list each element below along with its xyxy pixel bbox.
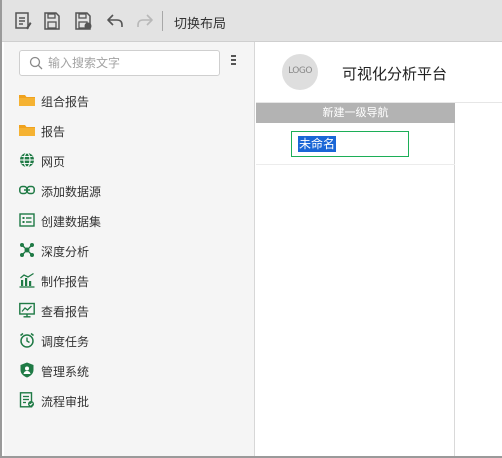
sidebar-item-label: 调度任务 xyxy=(41,335,90,349)
folder-icon xyxy=(19,125,35,136)
line-chart-icon xyxy=(19,302,35,318)
toolbar-divider xyxy=(162,11,163,31)
sidebar-item-label: 查看报告 xyxy=(41,305,90,319)
sidebar-item-label: 添加数据源 xyxy=(41,185,102,199)
new-primary-nav-button[interactable]: 新建一级导航 xyxy=(256,103,455,123)
search-icon xyxy=(29,56,43,70)
save-as-icon[interactable] xyxy=(73,11,93,31)
dataset-icon xyxy=(19,213,35,227)
edit-file-icon[interactable] xyxy=(13,11,33,31)
sidebar-item-create-dataset[interactable]: 创建数据集 xyxy=(4,208,254,234)
search-box xyxy=(19,50,220,76)
row-divider xyxy=(256,164,455,165)
link-icon xyxy=(19,185,35,195)
app-window: 切换布局 组合报告 报告 网页 添加数据源 xyxy=(0,0,502,458)
sidebar-item-process-approval[interactable]: 流程审批 xyxy=(4,388,254,414)
network-icon xyxy=(20,243,34,257)
logo[interactable]: LOGO xyxy=(282,54,318,90)
sidebar-item-label: 组合报告 xyxy=(41,95,90,109)
sidebar-item-webpage[interactable]: 网页 xyxy=(4,148,254,174)
folder-icon xyxy=(19,95,35,106)
sidebar-item-label: 流程审批 xyxy=(41,395,90,409)
sidebar-item-label: 报告 xyxy=(41,125,66,139)
nav-name-field[interactable]: 未命名 xyxy=(291,131,409,157)
navigation-editor: 新建一级导航 未命名 xyxy=(256,103,455,456)
sidebar-menu-button[interactable] xyxy=(228,55,238,73)
sidebar-item-label: 管理系统 xyxy=(41,365,90,379)
search-input[interactable] xyxy=(48,55,213,71)
sidebar-item-manage-system[interactable]: 管理系统 xyxy=(4,358,254,384)
redo-icon[interactable] xyxy=(135,11,155,31)
switch-layout-button[interactable]: 切换布局 xyxy=(174,13,226,32)
shield-user-icon xyxy=(20,362,34,378)
sidebar-item-schedule-task[interactable]: 调度任务 xyxy=(4,328,254,354)
main-content: LOGO 可视化分析平台 新建一级导航 未命名 xyxy=(256,42,502,456)
sidebar-item-label: 深度分析 xyxy=(41,245,90,259)
sidebar-item-label: 创建数据集 xyxy=(41,215,102,229)
bar-chart-icon xyxy=(19,272,35,288)
sidebar-item-deep-analysis[interactable]: 深度分析 xyxy=(4,238,254,264)
platform-title: 可视化分析平台 xyxy=(342,65,448,83)
sidebar-item-report[interactable]: 报告 xyxy=(4,118,254,144)
sidebar-item-label: 网页 xyxy=(41,155,66,169)
sidebar-item-label: 制作报告 xyxy=(41,275,90,289)
toolbar: 切换布局 xyxy=(2,0,502,42)
nav-name-value[interactable]: 未命名 xyxy=(298,136,337,152)
sidebar-item-make-report[interactable]: 制作报告 xyxy=(4,268,254,294)
sidebar-item-combined-report[interactable]: 组合报告 xyxy=(4,88,254,114)
approval-doc-icon xyxy=(19,392,34,408)
sidebar: 组合报告 报告 网页 添加数据源 创建数据集 深度分析 xyxy=(4,42,255,456)
undo-icon[interactable] xyxy=(105,11,125,31)
globe-icon xyxy=(20,152,34,168)
sidebar-item-add-datasource[interactable]: 添加数据源 xyxy=(4,178,254,204)
alarm-clock-icon xyxy=(20,332,34,348)
sidebar-item-view-report[interactable]: 查看报告 xyxy=(4,298,254,324)
logo-text: LOGO xyxy=(288,66,312,76)
save-icon[interactable] xyxy=(42,11,62,31)
